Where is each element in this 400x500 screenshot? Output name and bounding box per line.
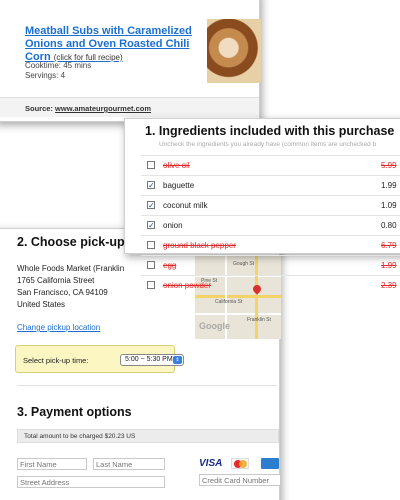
ingredient-checkbox[interactable]	[147, 261, 155, 269]
store-country: United States	[17, 300, 66, 309]
ingredient-name: ground black pepper	[163, 241, 236, 250]
ingredient-price: 2.39	[381, 281, 397, 290]
recipe-card: Meatball Subs with Caramelized Onions an…	[0, 0, 261, 122]
ingredient-price: 1.09	[381, 201, 397, 210]
store-address: Whole Foods Market (Franklin 1765 Califo…	[17, 263, 124, 311]
ingredient-checkbox[interactable]: ✓	[147, 181, 155, 190]
ingredients-list: olive oil 5.99 ✓ baguette 1.99 ✓ coconut milk 1…	[141, 155, 400, 295]
total-amount: Total amount to be charged $20.23 US	[17, 429, 279, 443]
recipe-thumbnail-image[interactable]	[207, 19, 261, 83]
ingredient-row[interactable]: ✓ onion 0.80	[141, 215, 400, 235]
last-name-field[interactable]	[93, 458, 165, 470]
ingredients-heading: 1. Ingredients included with this purcha…	[145, 124, 395, 138]
ingredient-price: 1.99	[381, 261, 397, 270]
ingredient-checkbox[interactable]	[147, 281, 155, 289]
ingredient-name: onion powder	[163, 281, 212, 290]
ingredient-checkbox[interactable]	[147, 161, 155, 169]
source-link[interactable]: www.amateurgourmet.com	[55, 104, 151, 113]
ingredients-note: Uncheck the ingredients you already have…	[159, 141, 377, 148]
ingredient-checkbox[interactable]	[147, 241, 155, 249]
ingredient-row[interactable]: ✓ coconut milk 1.09	[141, 195, 400, 215]
map-road	[195, 313, 281, 315]
ingredient-name: baguette	[163, 181, 195, 190]
amex-icon	[261, 458, 279, 469]
recipe-servings: Servings: 4	[25, 71, 66, 80]
change-pickup-location-link[interactable]: Change pickup location	[17, 323, 100, 332]
ingredient-name: egg	[163, 261, 177, 270]
ingredient-name: coconut milk	[163, 201, 208, 210]
ingredient-name: olive oil	[163, 161, 190, 170]
ingredient-price: 5.99	[381, 161, 397, 170]
ingredient-row[interactable]: onion powder 2.39	[141, 275, 400, 295]
store-city: San Francisco, CA 94109	[17, 288, 108, 297]
pickup-heading: 2. Choose pick-up	[17, 235, 125, 249]
recipe-meta: Cooktime: 45 mins Servings: 4	[25, 61, 91, 81]
store-street: 1765 California Street	[17, 276, 95, 285]
store-name: Whole Foods Market (Franklin	[17, 264, 125, 273]
pickup-time-box: Select pick-up time: 5:00 ~ 5:30 PM ⇕	[15, 345, 184, 373]
section-divider	[17, 385, 277, 386]
source-label: Source:	[25, 104, 53, 113]
google-logo: Google	[199, 321, 230, 331]
street-address-field[interactable]	[17, 476, 165, 488]
recipe-source: Source: www.amateurgourmet.com	[0, 97, 259, 117]
pickup-time-select[interactable]: 5:00 ~ 5:30 PM ⇕	[120, 354, 184, 366]
ingredient-checkbox[interactable]: ✓	[147, 221, 155, 230]
ingredient-price: 6.79	[381, 241, 397, 250]
ingredient-row[interactable]: egg 1.99	[141, 255, 400, 275]
recipe-cooktime: Cooktime: 45 mins	[25, 61, 92, 70]
ingredient-row[interactable]: ground black pepper 6.79	[141, 235, 400, 255]
map-road	[195, 295, 281, 298]
visa-icon: VISA	[199, 458, 223, 469]
mastercard-icon	[231, 458, 249, 469]
pickup-time-value: 5:00 ~ 5:30 PM	[125, 356, 173, 363]
ingredient-name: onion	[163, 221, 183, 230]
pickup-time-label: Select pick-up time:	[23, 356, 89, 365]
ingredient-price: 0.80	[381, 221, 397, 230]
credit-card-number-field[interactable]	[199, 474, 281, 486]
select-arrows-icon: ⇕	[173, 356, 182, 364]
recipe-title-link[interactable]: Meatball Subs with Caramelized Onions an…	[25, 25, 205, 64]
ingredient-price: 1.99	[381, 181, 397, 190]
payment-heading: 3. Payment options	[17, 405, 132, 419]
ingredient-row[interactable]: ✓ baguette 1.99	[141, 175, 400, 195]
map-label: Franklin St	[247, 317, 271, 323]
map-label: California St	[215, 299, 243, 305]
ingredients-card: 1. Ingredients included with this purcha…	[124, 118, 400, 290]
ingredient-row[interactable]: olive oil 5.99	[141, 155, 400, 175]
ingredient-checkbox[interactable]: ✓	[147, 201, 155, 210]
first-name-field[interactable]	[17, 458, 87, 470]
